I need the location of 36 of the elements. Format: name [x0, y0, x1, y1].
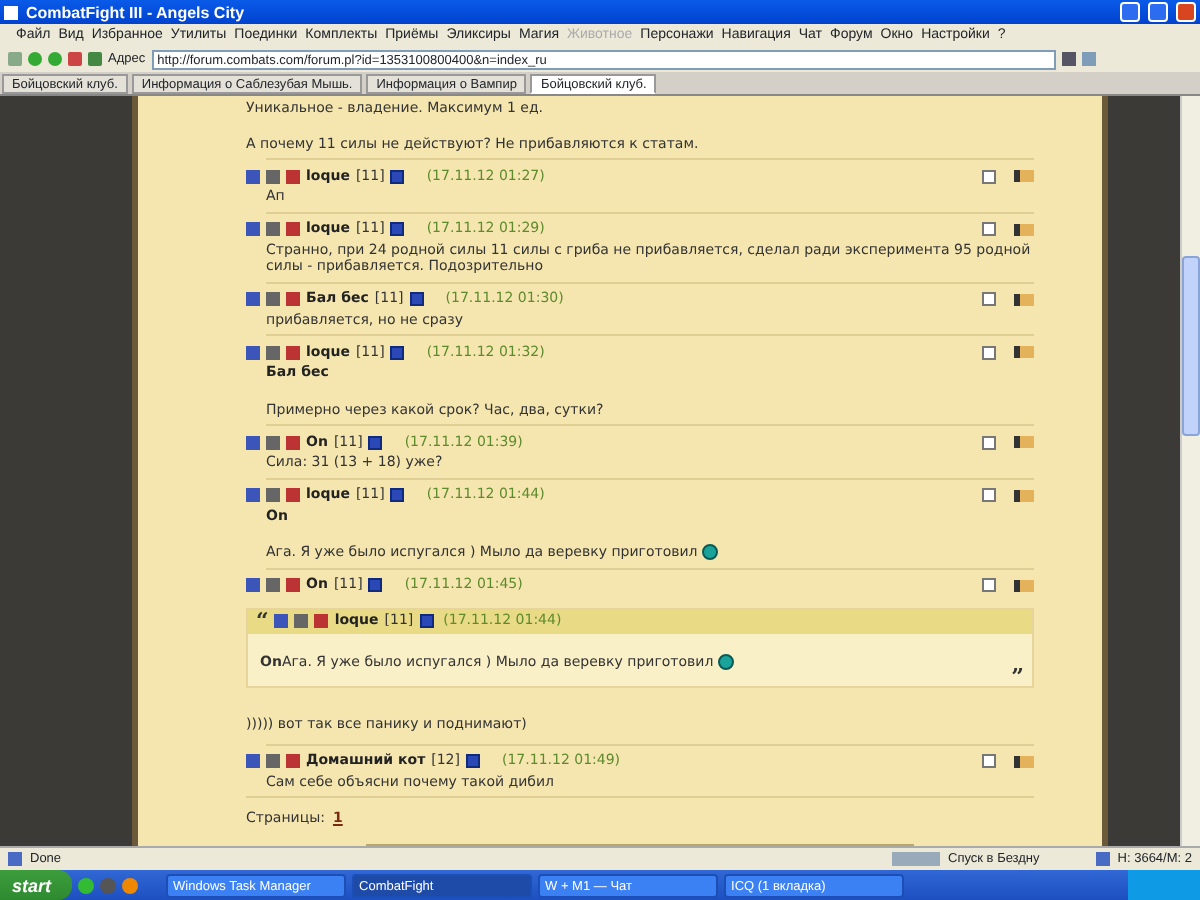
checkbox[interactable] [982, 578, 996, 592]
start-button[interactable]: start [0, 870, 72, 900]
checkbox[interactable] [982, 435, 996, 449]
info-icon[interactable] [419, 614, 434, 628]
reply-icon[interactable] [1014, 489, 1034, 501]
checkbox[interactable] [982, 292, 996, 306]
reply-icon[interactable] [1014, 346, 1034, 358]
scrollbar[interactable] [1180, 96, 1200, 846]
reply-icon[interactable] [1014, 436, 1034, 448]
checkbox[interactable] [982, 488, 996, 502]
checkbox[interactable] [982, 169, 996, 183]
info-icon[interactable] [390, 222, 405, 236]
reply-icon[interactable] [1014, 223, 1034, 235]
window-title: CombatFight III - Angels City [26, 3, 245, 21]
system-tray [1128, 870, 1200, 900]
info-icon[interactable] [368, 578, 383, 592]
checkbox[interactable] [982, 222, 996, 236]
forward-icon[interactable] [48, 52, 62, 66]
checkbox[interactable] [982, 754, 996, 768]
checkbox[interactable] [982, 345, 996, 359]
maximize-button[interactable] [1148, 2, 1168, 22]
info-icon[interactable] [390, 169, 405, 183]
back-icon[interactable] [28, 52, 42, 66]
info-icon[interactable] [368, 435, 383, 449]
close-button[interactable] [1176, 2, 1196, 22]
open-quote-mark: “ [256, 613, 269, 629]
window-logo-icon [4, 5, 18, 19]
info-icon[interactable] [409, 292, 424, 306]
minimize-button[interactable] [1120, 2, 1140, 22]
reply-icon[interactable] [1014, 293, 1034, 305]
info-icon[interactable] [390, 488, 405, 502]
reply-icon[interactable] [1014, 755, 1034, 767]
close-quote-mark: ” [1009, 670, 1026, 686]
reply-icon[interactable] [1014, 170, 1034, 182]
reply-icon[interactable] [1014, 579, 1034, 591]
info-icon[interactable] [390, 345, 405, 359]
